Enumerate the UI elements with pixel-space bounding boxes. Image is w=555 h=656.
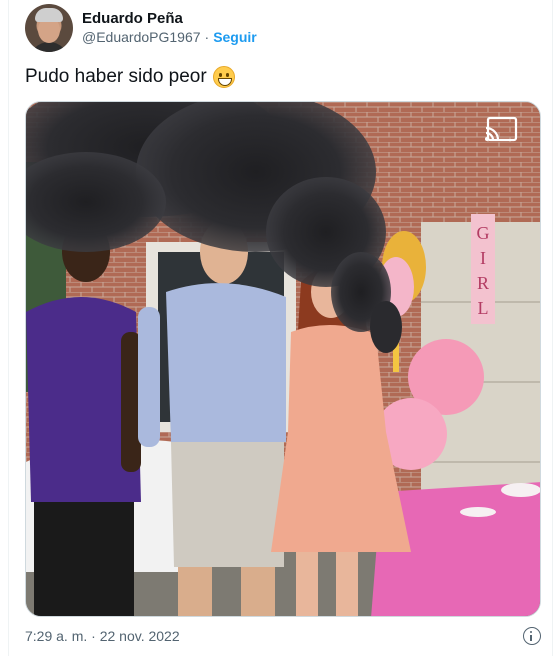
tweet-text-block: Pudo haber sido peor bbox=[25, 64, 235, 90]
tweet-header: Eduardo Peña @EduardoPG1967 · Seguir bbox=[25, 4, 257, 52]
sign-letter-g: G bbox=[477, 223, 490, 243]
sign-letter-l: L bbox=[478, 298, 489, 318]
right-divider bbox=[552, 0, 553, 656]
avatar-shirt bbox=[29, 42, 69, 52]
tweet-footer: 7:29 a. m. · 22 nov. 2022 bbox=[25, 624, 541, 648]
media-photo: G I R L bbox=[26, 102, 540, 616]
handle-separator: · bbox=[204, 29, 210, 45]
avatar[interactable] bbox=[25, 4, 73, 52]
sign-letter-r: R bbox=[477, 273, 489, 293]
grinning-emoji-icon bbox=[212, 66, 235, 88]
info-icon[interactable] bbox=[523, 627, 541, 645]
left-divider bbox=[8, 0, 9, 656]
tweet-media[interactable]: G I R L bbox=[25, 101, 541, 617]
avatar-hair bbox=[35, 8, 63, 22]
author-block: Eduardo Peña @EduardoPG1967 · Seguir bbox=[82, 9, 257, 47]
author-display-name[interactable]: Eduardo Peña bbox=[82, 9, 257, 28]
sign-letter-i: I bbox=[480, 248, 486, 268]
cast-icon[interactable] bbox=[484, 116, 518, 142]
tweet-timestamp[interactable]: 7:29 a. m. · 22 nov. 2022 bbox=[25, 628, 180, 644]
tweet-text: Pudo haber sido peor bbox=[25, 66, 207, 87]
author-handle[interactable]: @EduardoPG1967 bbox=[82, 29, 201, 45]
follow-button[interactable]: Seguir bbox=[213, 29, 257, 45]
author-handle-row: @EduardoPG1967 · Seguir bbox=[82, 28, 257, 47]
